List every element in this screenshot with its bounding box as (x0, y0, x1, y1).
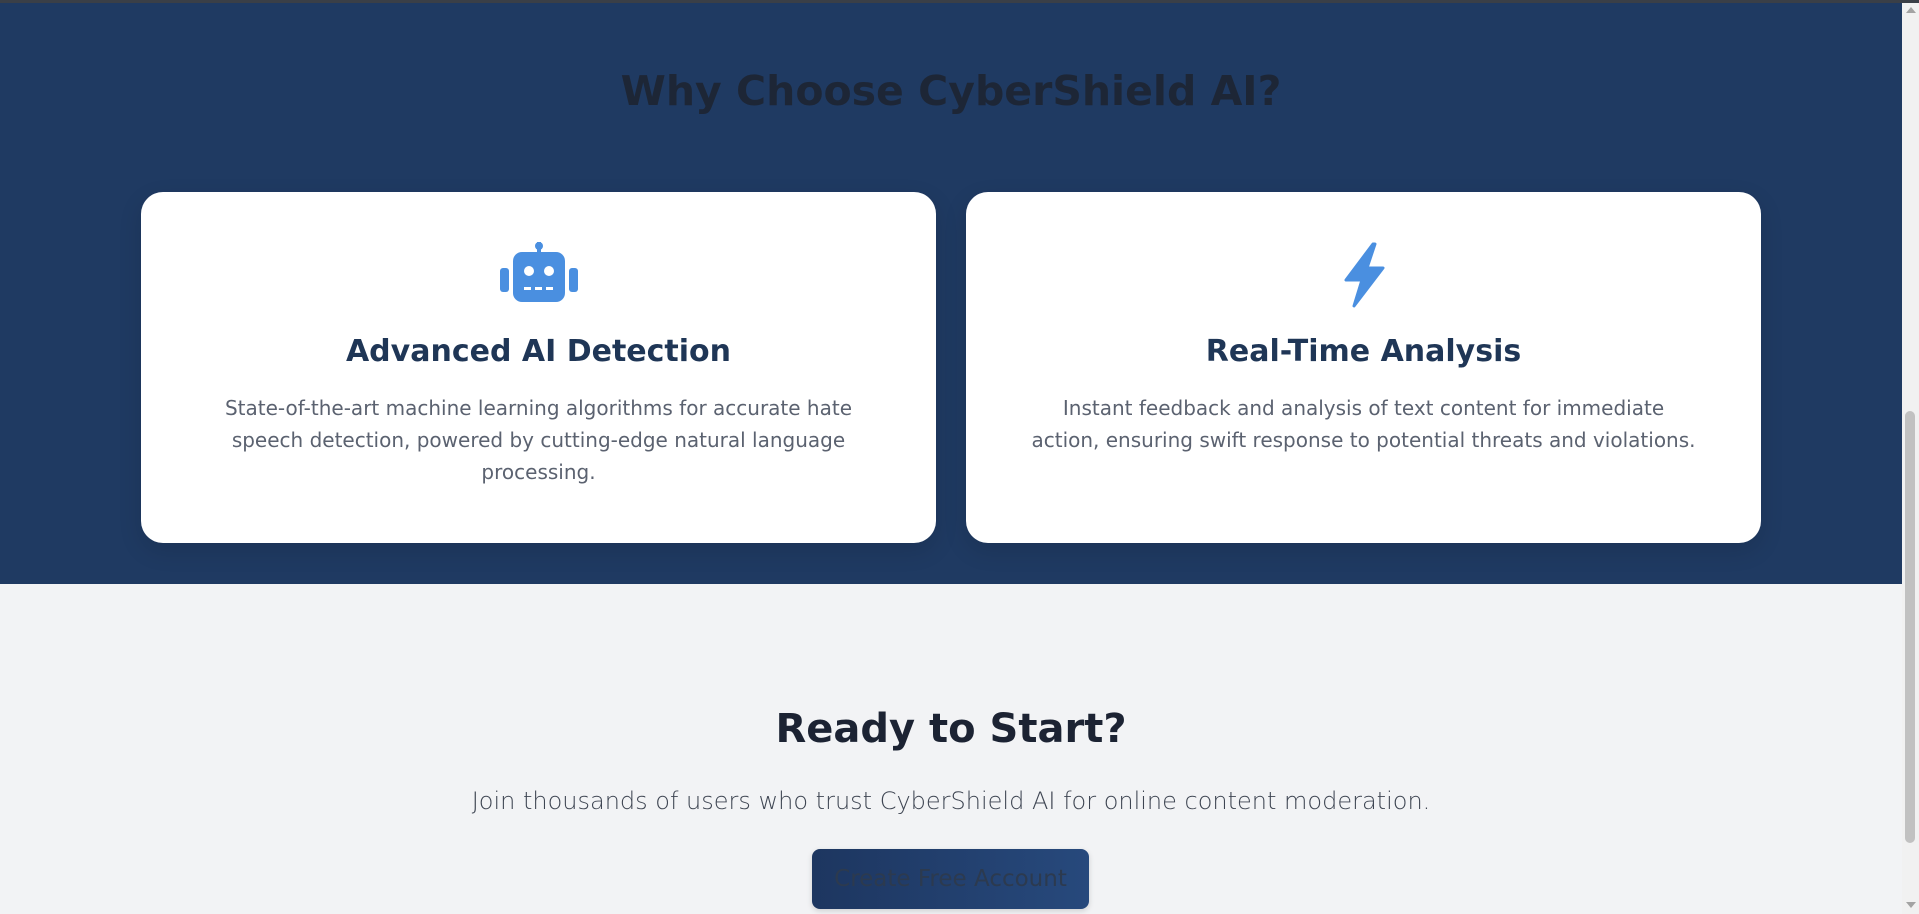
feature-card-ai-detection: Advanced AI Detection State-of-the-art m… (141, 192, 936, 543)
create-account-button[interactable]: Create Free Account (812, 849, 1089, 909)
card-title: Real-Time Analysis (1205, 334, 1522, 369)
vertical-scrollbar[interactable] (1902, 3, 1919, 914)
scroll-up-arrow-icon[interactable] (1906, 7, 1916, 13)
feature-card-real-time-analysis: Real-Time Analysis Instant feedback and … (966, 192, 1761, 543)
scrollbar-thumb[interactable] (1905, 411, 1915, 843)
lightning-bolt-icon (966, 242, 1761, 308)
card-title: Advanced AI Detection (345, 334, 732, 369)
page: Why Choose CyberShield AI? Advanced AI D… (0, 0, 1919, 914)
card-description: State-of-the-art machine learning algori… (224, 396, 853, 484)
card-description: Instant feedback and analysis of text co… (1031, 396, 1696, 452)
scroll-down-arrow-icon[interactable] (1906, 902, 1916, 908)
features-section: Why Choose CyberShield AI? Advanced AI D… (0, 3, 1902, 584)
features-title: Why Choose CyberShield AI? (620, 67, 1282, 115)
cta-title: Ready to Start? (775, 706, 1127, 752)
robot-icon (141, 242, 936, 308)
cta-text: Join thousands of users who trust CyberS… (471, 787, 1431, 815)
